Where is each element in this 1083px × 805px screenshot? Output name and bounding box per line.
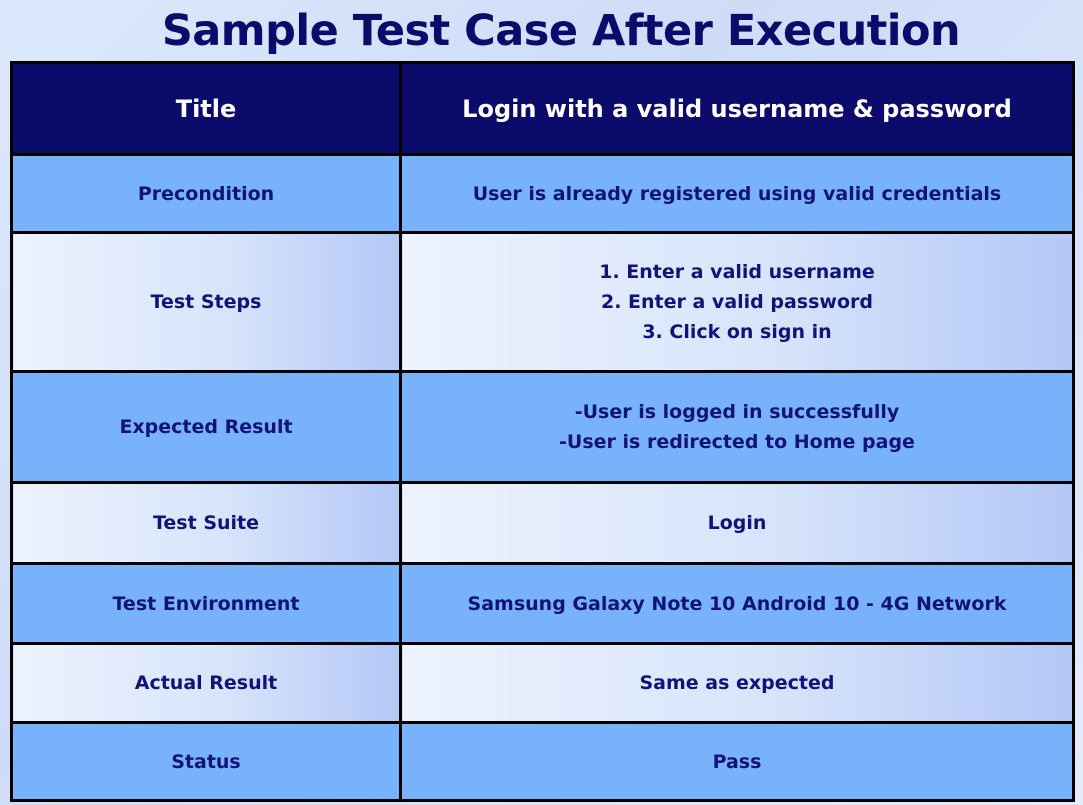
test-case-table: Title Login with a valid username & pass… <box>10 61 1075 802</box>
row-label-test-suite: Test Suite <box>10 481 402 565</box>
table-row-test-steps: Test Steps 1. Enter a valid username 2. … <box>10 231 1075 373</box>
table-row-precondition: Precondition User is already registered … <box>10 153 1075 234</box>
row-value-status: Pass <box>399 721 1075 802</box>
table-row-test-environment: Test Environment Samsung Galaxy Note 10 … <box>10 562 1075 645</box>
test-step-2: 2. Enter a valid password <box>600 291 873 313</box>
row-label-title: Title <box>10 61 402 156</box>
test-step-3: 3. Click on sign in <box>642 321 832 343</box>
row-label-expected-result: Expected Result <box>10 370 402 484</box>
page-title: Sample Test Case After Execution <box>161 6 961 56</box>
row-value-test-suite: Login <box>399 481 1075 565</box>
row-label-status: Status <box>10 721 402 802</box>
row-label-test-steps: Test Steps <box>10 231 402 373</box>
row-value-actual-result: Same as expected <box>399 642 1075 724</box>
row-label-precondition: Precondition <box>10 153 402 234</box>
table-row-status: Status Pass <box>10 721 1075 802</box>
table-row-title: Title Login with a valid username & pass… <box>10 61 1075 156</box>
row-value-test-steps: 1. Enter a valid username 2. Enter a val… <box>399 231 1075 373</box>
row-value-expected-result: -User is logged in successfully -User is… <box>399 370 1075 484</box>
table-row-expected-result: Expected Result -User is logged in succe… <box>10 370 1075 484</box>
row-value-precondition: User is already registered using valid c… <box>399 153 1075 234</box>
table-row-actual-result: Actual Result Same as expected <box>10 642 1075 724</box>
test-step-1: 1. Enter a valid username <box>599 261 875 283</box>
table-row-test-suite: Test Suite Login <box>10 481 1075 565</box>
row-label-test-environment: Test Environment <box>10 562 402 645</box>
row-label-actual-result: Actual Result <box>10 642 402 724</box>
row-value-title: Login with a valid username & password <box>399 61 1075 156</box>
expected-result-line-2: -User is redirected to Home page <box>559 431 915 453</box>
row-value-test-environment: Samsung Galaxy Note 10 Android 10 - 4G N… <box>399 562 1075 645</box>
expected-result-line-1: -User is logged in successfully <box>574 401 900 423</box>
